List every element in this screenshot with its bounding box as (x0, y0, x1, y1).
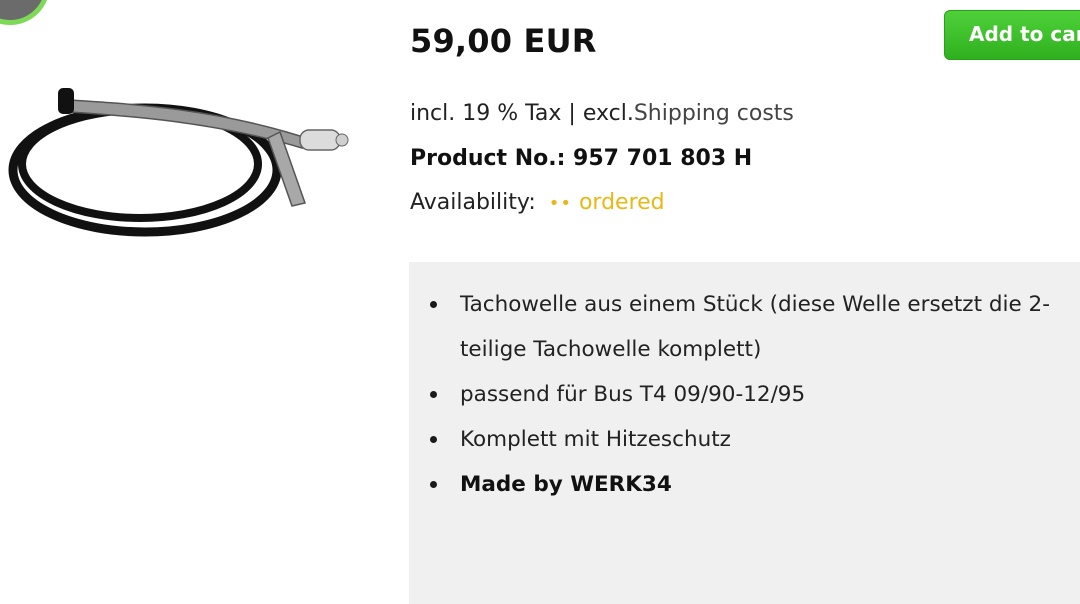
tax-info: incl. 19 % Tax | excl.Shipping costs (410, 101, 794, 126)
feature-item: passend für Bus T4 09/90-12/95 (430, 372, 1060, 417)
availability-label: Availability: (410, 190, 536, 215)
availability-status: ordered (578, 190, 665, 215)
feature-text: Komplett mit Hitzeschutz (460, 427, 731, 452)
bullet-icon (430, 391, 437, 398)
bullet-icon (430, 436, 437, 443)
product-price: 59,00 EUR (410, 22, 597, 60)
product-number: Product No.: 957 701 803 H (410, 146, 753, 171)
feature-text: Tachowelle aus einem Stück (diese Welle … (460, 292, 1050, 362)
feature-item: Made by WERK34 (430, 462, 1060, 507)
badge-icon (0, 0, 50, 25)
availability-info: Availability: •• ordered (410, 190, 665, 215)
shipping-costs-link[interactable]: Shipping costs (634, 101, 794, 126)
product-detail-page: 59,00 EUR Add to cart incl. 19 % Tax | e… (0, 0, 1080, 604)
feature-item: Tachowelle aus einem Stück (diese Welle … (430, 282, 1060, 372)
feature-list: Tachowelle aus einem Stück (diese Welle … (409, 262, 1080, 507)
availability-dots-icon: •• (548, 193, 572, 214)
bullet-icon (430, 481, 437, 488)
product-image[interactable] (0, 78, 360, 253)
feature-text: passend für Bus T4 09/90-12/95 (460, 382, 806, 407)
add-to-cart-button[interactable]: Add to cart (944, 10, 1080, 60)
tax-text: incl. 19 % Tax | excl. (410, 101, 634, 126)
feature-text: Made by WERK34 (460, 472, 672, 497)
feature-item: Komplett mit Hitzeschutz (430, 417, 1060, 462)
bullet-icon (430, 301, 437, 308)
product-description: Tachowelle aus einem Stück (diese Welle … (409, 262, 1080, 604)
